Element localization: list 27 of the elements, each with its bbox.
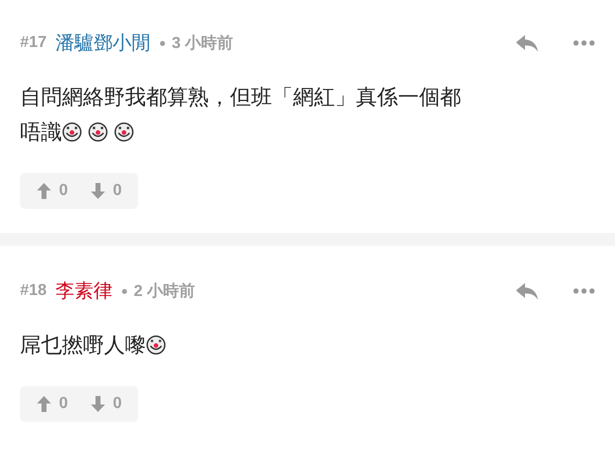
post-time: 2 小時前 bbox=[134, 282, 196, 302]
comment-number: #17 bbox=[20, 34, 47, 52]
clown-face-icon bbox=[88, 122, 108, 142]
clown-face-icon bbox=[62, 122, 82, 142]
post-time: 3 小時前 bbox=[172, 34, 234, 54]
comment-text: 唔識 bbox=[20, 121, 62, 144]
upvote-count: 0 bbox=[59, 395, 68, 413]
username-link[interactable]: 潘驢鄧小閒 bbox=[56, 30, 151, 56]
downvote-icon[interactable] bbox=[90, 182, 106, 200]
comment-number: #18 bbox=[20, 282, 47, 300]
more-options-icon[interactable] bbox=[573, 288, 595, 294]
comment-text: 自問網絡野我都算熟，但班「網紅」真係一個都 bbox=[20, 85, 461, 111]
downvote-count: 0 bbox=[112, 395, 122, 413]
upvote-count: 0 bbox=[59, 182, 68, 200]
separator-dot bbox=[122, 288, 127, 294]
reply-icon[interactable] bbox=[515, 33, 539, 53]
separator-dot bbox=[160, 40, 165, 46]
downvote-icon[interactable] bbox=[90, 395, 106, 413]
reply-icon[interactable] bbox=[515, 281, 539, 301]
more-options-icon[interactable] bbox=[573, 40, 595, 46]
clown-face-icon bbox=[146, 335, 166, 355]
upvote-icon[interactable] bbox=[36, 182, 52, 200]
upvote-icon[interactable] bbox=[36, 395, 52, 413]
clown-face-icon bbox=[114, 122, 134, 142]
downvote-count: 0 bbox=[112, 182, 122, 200]
comment-text: 屌乜撚嘢人嚟 bbox=[20, 334, 146, 357]
username-link[interactable]: 李素律 bbox=[56, 278, 113, 304]
